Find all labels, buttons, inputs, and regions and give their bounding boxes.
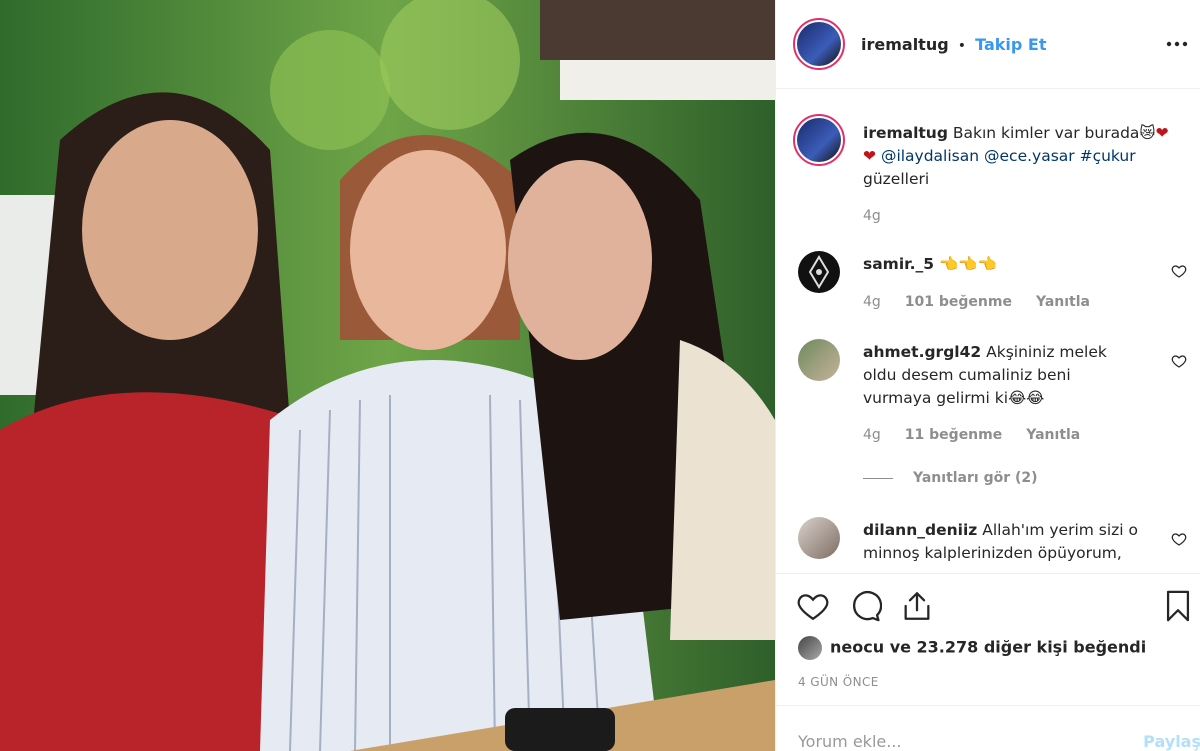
heart-emoji-2: ❤ [863,147,876,165]
comment-username[interactable]: samir._5 [863,255,934,273]
likes-summary[interactable]: neocu ve 23.278 diğer kişi beğendi [798,636,1146,660]
comment-username[interactable]: dilann_deniiz [863,521,977,539]
comment-time[interactable]: 4g [863,427,881,443]
share-icon[interactable] [900,589,934,623]
post-header: iremaltug • Takip Et [776,0,1200,89]
comment-like-heart-icon[interactable] [1171,353,1187,369]
caption-time[interactable]: 4g [863,208,881,224]
caption-text-2: güzelleri [863,170,930,188]
comment-line-1: Akşininiz melek [986,343,1107,361]
comment-text: dilann_deniiz Allah'ım yerim sizi o minn… [863,519,1153,565]
action-bar [776,573,1200,637]
more-horizontal-icon[interactable] [1165,32,1189,56]
comment-line-2: minnoş kalplerinizden öpüyorum, [863,544,1122,562]
comment-line-3: vurmaya gelirmi ki😂😂 [863,389,1045,407]
caption-text-1: Bakın kimler var burada [952,124,1140,142]
caption-text: iremaltug Bakın kimler var burada😿❤ ❤ @i… [863,122,1183,191]
caption-username[interactable]: iremaltug [863,124,948,142]
hashtag-cukur[interactable]: #çukur [1080,147,1136,165]
separator-dot: • [957,38,967,54]
liker-avatar [798,636,822,660]
post-panel: iremaltug • Takip Et iremaltug Bakın kim… [775,0,1200,751]
likes-count-text[interactable]: ve 23.278 diğer kişi beğendi [890,638,1147,657]
liker-username[interactable]: neocu [830,638,884,657]
view-replies-label: Yanıtları gör (2) [913,470,1038,486]
add-comment-bar: Yorum ekle... Paylaş [776,705,1200,751]
comment-like-heart-icon[interactable] [1171,263,1187,279]
post-comment-button[interactable]: Paylaş [1143,732,1200,751]
commenter-avatar[interactable] [798,517,840,559]
comment-text: samir._5 👈👈👈 [863,253,1153,276]
comment-like-heart-icon[interactable] [1171,531,1187,547]
follow-button[interactable]: Takip Et [975,35,1046,54]
heart-emoji: ❤ [1155,124,1169,142]
comment-time[interactable]: 4g [863,294,881,310]
comment-icon[interactable] [848,589,882,623]
mention-ece-yasar[interactable]: @ece.yasar [984,147,1075,165]
replies-line [863,477,893,479]
comment-body: 👈👈👈 [938,255,997,273]
heart-icon[interactable] [796,589,830,623]
comment-username[interactable]: ahmet.grgl42 [863,343,981,361]
caption-avatar[interactable] [793,114,845,166]
author-username[interactable]: iremaltug [861,35,949,54]
comment-line-2: oldu desem cumaliniz beni [863,366,1071,384]
photo-image [0,0,775,751]
comment-line-1: Allah'ım yerim sizi o [982,521,1139,539]
bookmark-icon[interactable] [1161,589,1195,623]
comments-list[interactable]: iremaltug Bakın kimler var burada😿❤ ❤ @i… [776,89,1200,573]
mention-ilaydalisan[interactable]: @ilaydalisan [881,147,979,165]
comment-likes[interactable]: 11 beğenme [905,427,1002,443]
add-comment-input[interactable]: Yorum ekle... [798,732,901,751]
comment-likes[interactable]: 101 beğenme [905,294,1012,310]
comment-meta: 4g 11 beğenme Yanıtla [863,427,1104,443]
post-date[interactable]: 4 GÜN ÖNCE [798,675,879,689]
comment-meta: 4g 101 beğenme Yanıtla [863,294,1114,310]
reply-button[interactable]: Yanıtla [1026,427,1080,443]
author-avatar[interactable] [793,18,845,70]
commenter-avatar[interactable] [798,251,840,293]
caption-meta: 4g [863,208,905,224]
reply-button[interactable]: Yanıtla [1036,294,1090,310]
post-photo[interactable] [0,0,775,751]
commenter-avatar[interactable] [798,339,840,381]
view-replies-button[interactable]: Yanıtları gör (2) [863,470,1038,486]
cat-emoji: 😿 [1139,124,1156,142]
comment-text: ahmet.grgl42 Akşininiz melek oldu desem … [863,341,1153,410]
